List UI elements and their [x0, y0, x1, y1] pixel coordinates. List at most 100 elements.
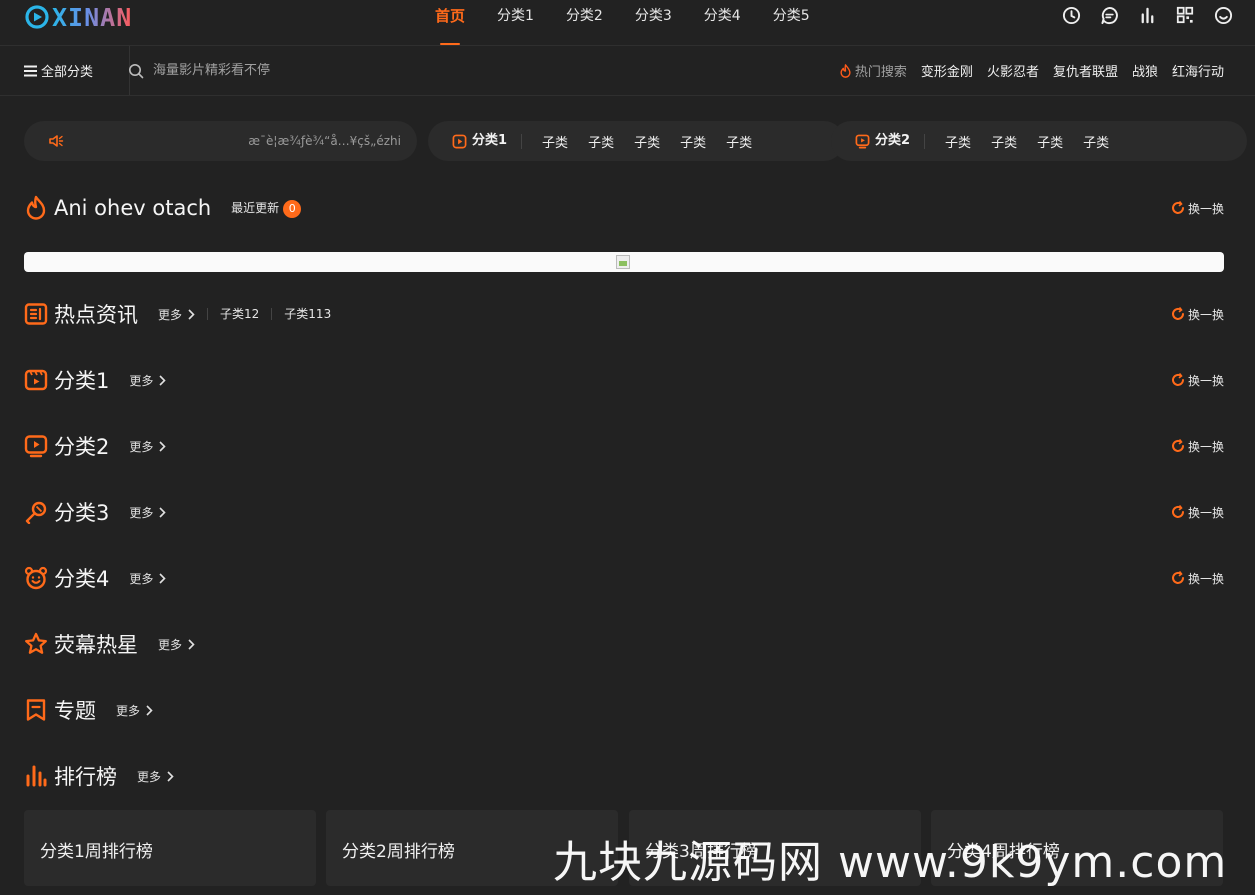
- section-title: 专题: [54, 699, 96, 723]
- recent-updates-text: 最近更新: [231, 200, 280, 215]
- ranking-card-title: 分类2周排行榜: [342, 842, 455, 862]
- refresh-button[interactable]: 换一换: [1171, 364, 1224, 396]
- sub-header: 全部分类 热门搜索 变形金刚 火影忍者 复仇者联盟 战狼 红海行动: [0, 46, 1255, 96]
- clock-icon[interactable]: [1061, 5, 1081, 25]
- nav-category-5[interactable]: 分类5: [757, 0, 826, 45]
- recent-updates-label: 最近更新 0: [231, 199, 302, 218]
- chevron-right-icon: [146, 704, 153, 716]
- speaker-icon: [49, 135, 64, 147]
- microphone-icon: [24, 500, 48, 524]
- menu-icon: [24, 65, 37, 76]
- logo-text: XINAN: [52, 2, 133, 32]
- more-link[interactable]: 更多: [129, 438, 167, 455]
- nav-home[interactable]: 首页: [419, 0, 481, 45]
- hot-keyword[interactable]: 战狼: [1132, 61, 1158, 80]
- site-logo[interactable]: XINAN: [24, 2, 133, 32]
- bar-chart-icon[interactable]: [1137, 5, 1157, 25]
- news-tag[interactable]: 子类113: [271, 308, 343, 320]
- play-box-icon: [452, 134, 467, 148]
- search-box[interactable]: [128, 46, 393, 95]
- more-label: 更多: [158, 637, 183, 652]
- nav-category-1[interactable]: 分类1: [481, 0, 550, 45]
- refresh-button[interactable]: 换一换: [1171, 298, 1224, 330]
- category-pill-title[interactable]: 分类1: [452, 133, 523, 149]
- subcategory-link[interactable]: 子类: [726, 132, 752, 151]
- broken-image-icon: [616, 255, 630, 269]
- refresh-button[interactable]: 换一换: [1171, 430, 1224, 462]
- category-pill-label: 分类2: [875, 133, 911, 148]
- subcategory-link[interactable]: 子类: [680, 132, 706, 151]
- section-title: 荧幕热星: [54, 633, 138, 657]
- more-link[interactable]: 更多: [129, 504, 167, 521]
- smile-user-icon[interactable]: [1213, 5, 1233, 25]
- subcategory-link[interactable]: 子类: [991, 132, 1017, 151]
- more-link[interactable]: 更多: [129, 570, 167, 587]
- refresh-button[interactable]: 换一换: [1171, 496, 1224, 528]
- section-category-1: 分类1 更多 换一换: [24, 364, 1224, 396]
- notice-bar: æ¯è¦æ¾ƒè¾“å…¥çš„ézhi: [24, 121, 417, 161]
- more-label: 更多: [116, 703, 141, 718]
- watermark-text: 九块九源码网 www.9k9ym.com: [553, 837, 1228, 888]
- ranking-card-title: 分类1周排行榜: [40, 842, 153, 862]
- hot-keyword[interactable]: 变形金刚: [921, 61, 973, 80]
- refresh-button[interactable]: 换一换: [1171, 192, 1224, 224]
- message-icon[interactable]: [1099, 5, 1119, 25]
- refresh-icon: [1171, 373, 1184, 386]
- all-categories-button[interactable]: 全部分类: [24, 46, 130, 95]
- section-news: 热点资讯 更多 子类12 子类113 换一换: [24, 298, 1224, 330]
- search-icon: [129, 63, 144, 78]
- hot-keyword[interactable]: 红海行动: [1172, 61, 1224, 80]
- news-tag[interactable]: 子类12: [207, 308, 271, 320]
- more-label: 更多: [129, 439, 154, 454]
- chevron-right-icon: [159, 506, 167, 518]
- hot-search-label: 热门搜索: [839, 61, 907, 80]
- chevron-right-icon: [159, 572, 167, 584]
- category-pill-label: 分类1: [472, 133, 508, 148]
- section-category-3: 分类3 更多 换一换: [24, 496, 1224, 528]
- nav-category-3[interactable]: 分类3: [619, 0, 688, 45]
- more-link[interactable]: 更多: [137, 768, 174, 785]
- subcategory-link[interactable]: 子类: [542, 132, 568, 151]
- top-header: XINAN 首页 分类1 分类2 分类3 分类4 分类5: [0, 0, 1255, 46]
- banner-image[interactable]: [24, 252, 1224, 272]
- more-link[interactable]: 更多: [116, 702, 153, 719]
- chevron-right-icon: [167, 770, 174, 782]
- flame-icon: [24, 195, 48, 220]
- update-count-badge: 0: [283, 199, 302, 218]
- bookmark-icon: [24, 698, 48, 722]
- section-title: 分类2: [54, 435, 110, 459]
- refresh-button[interactable]: 换一换: [1171, 562, 1224, 594]
- more-link[interactable]: 更多: [158, 306, 195, 323]
- more-link[interactable]: 更多: [129, 372, 167, 389]
- subcategory-link[interactable]: 子类: [1083, 132, 1109, 151]
- hot-keyword[interactable]: 复仇者联盟: [1053, 61, 1118, 80]
- chevron-right-icon: [188, 638, 195, 650]
- hot-search-text: 热门搜索: [854, 65, 907, 80]
- chevron-right-icon: [188, 308, 195, 320]
- subcategory-link[interactable]: 子类: [1037, 132, 1063, 151]
- section-stars: 荧幕热星 更多: [24, 628, 1224, 660]
- more-label: 更多: [158, 307, 183, 322]
- star-icon: [24, 632, 48, 656]
- subcategory-link[interactable]: 子类: [634, 132, 660, 151]
- refresh-label: 换一换: [1187, 505, 1224, 520]
- nav-category-2[interactable]: 分类2: [550, 0, 619, 45]
- refresh-label: 换一换: [1187, 201, 1224, 216]
- nav-category-4[interactable]: 分类4: [688, 0, 757, 45]
- more-label: 更多: [137, 769, 162, 784]
- subcategory-link[interactable]: 子类: [945, 132, 971, 151]
- all-categories-label: 全部分类: [41, 65, 94, 80]
- search-input[interactable]: [153, 63, 393, 78]
- subcategory-link[interactable]: 子类: [588, 132, 614, 151]
- main-nav: 首页 分类1 分类2 分类3 分类4 分类5: [419, 0, 826, 45]
- section-title: 分类3: [54, 501, 110, 525]
- section-title: 排行榜: [54, 765, 117, 789]
- hot-keyword[interactable]: 火影忍者: [987, 61, 1039, 80]
- ranking-card[interactable]: 分类1周排行榜: [24, 810, 316, 886]
- refresh-label: 换一换: [1187, 571, 1224, 586]
- notice-text[interactable]: æ¯è¦æ¾ƒè¾“å…¥çš„ézhi: [248, 121, 401, 161]
- more-link[interactable]: 更多: [158, 636, 195, 653]
- qrcode-icon[interactable]: [1175, 5, 1195, 25]
- news-icon: [24, 302, 48, 326]
- category-pill-title[interactable]: 分类2: [855, 133, 926, 149]
